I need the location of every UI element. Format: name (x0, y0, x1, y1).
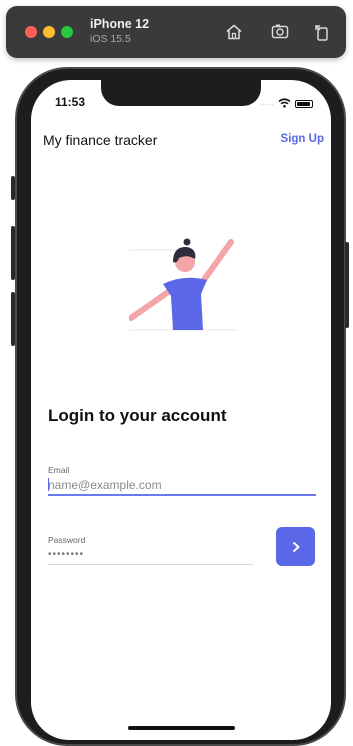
home-icon[interactable] (224, 22, 244, 42)
status-icons: ···· (261, 95, 313, 113)
volume-down-button (11, 292, 15, 346)
screenshot-icon[interactable] (270, 22, 290, 42)
signal-icon: ···· (261, 99, 274, 109)
phone-screen: 11:53 ···· My finance tracker Sign Up Lo… (31, 80, 331, 740)
mute-switch (11, 176, 15, 200)
notch (101, 80, 261, 106)
password-input[interactable] (48, 545, 253, 565)
close-window-button[interactable] (25, 26, 37, 38)
chevron-right-icon (292, 541, 299, 552)
wifi-icon (278, 95, 291, 113)
status-time: 11:53 (55, 95, 86, 109)
email-label: Email (48, 465, 70, 475)
app-title: My finance tracker (43, 132, 158, 148)
simulator-device-name: iPhone 12 (90, 17, 150, 31)
zoom-window-button[interactable] (61, 26, 73, 38)
password-label: Password (48, 535, 86, 545)
minimize-window-button[interactable] (43, 26, 55, 38)
power-button (345, 242, 349, 328)
text-cursor (48, 478, 49, 491)
login-heading: Login to your account (48, 406, 227, 425)
submit-login-button[interactable] (276, 527, 315, 566)
battery-icon (295, 100, 313, 108)
home-indicator[interactable] (128, 726, 235, 730)
rotate-icon[interactable] (312, 22, 332, 42)
sign-up-link[interactable]: Sign Up (281, 133, 324, 145)
person-illustration (128, 232, 239, 332)
simulator-toolbar: iPhone 12 iOS 15.5 (6, 6, 346, 58)
email-input[interactable] (48, 476, 316, 496)
volume-up-button (11, 226, 15, 280)
simulator-os-version: iOS 15.5 (90, 33, 131, 45)
